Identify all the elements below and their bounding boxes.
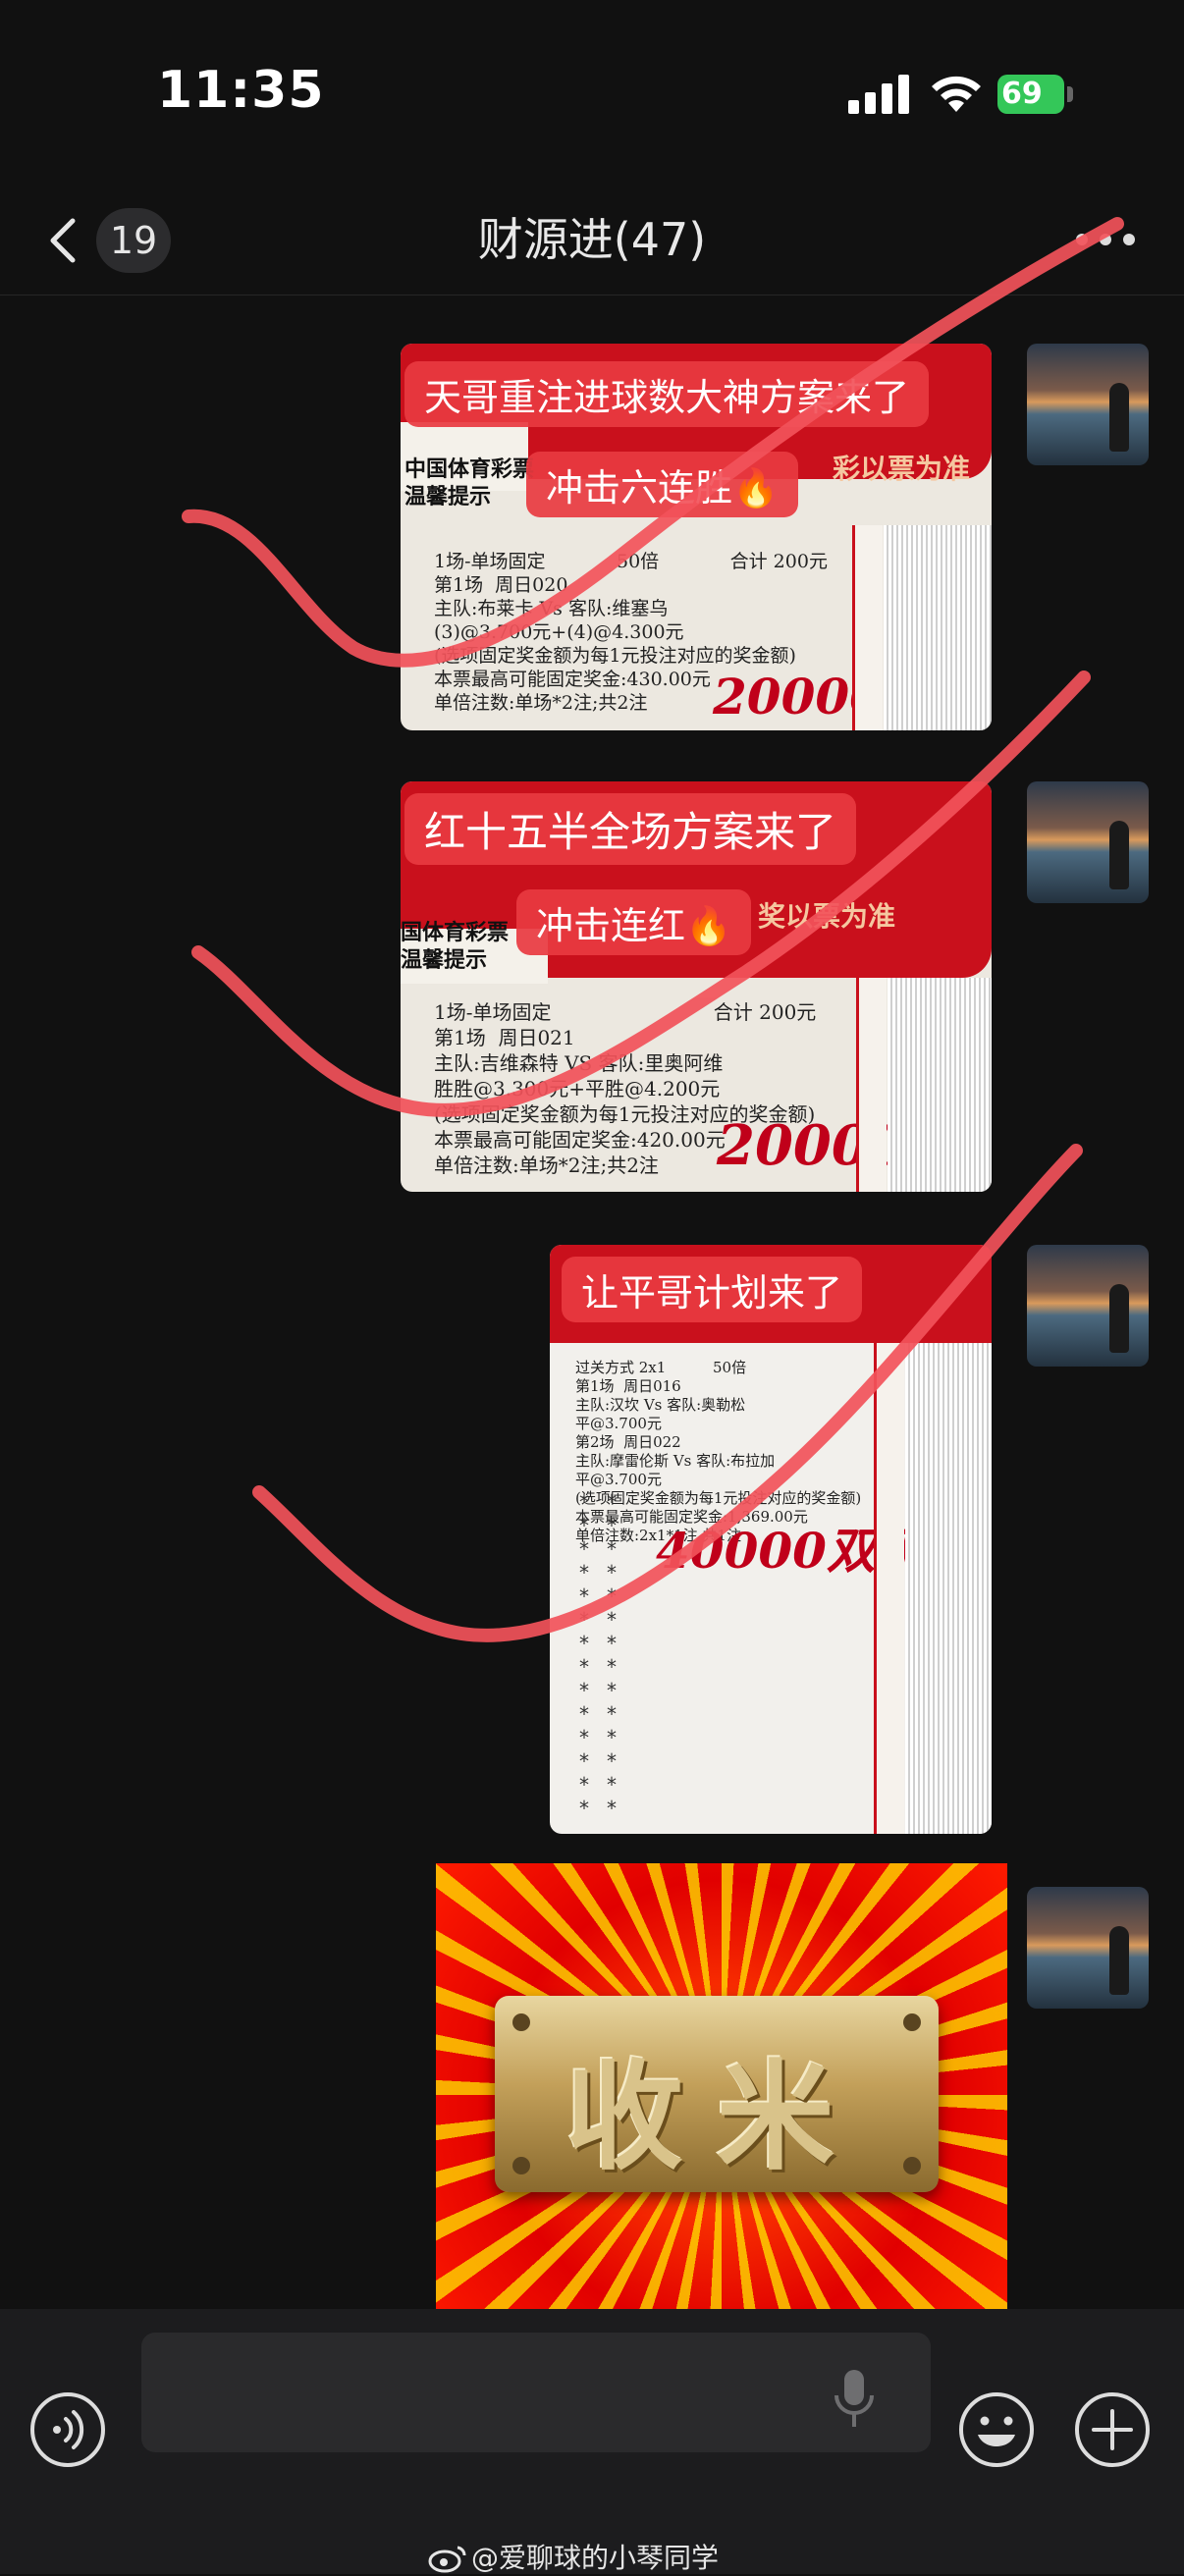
sender-avatar[interactable]	[1027, 781, 1149, 903]
voice-mode-icon[interactable]	[29, 2391, 106, 2468]
ticket-header-right: 彩以票为准	[833, 453, 971, 485]
cellular-signal-icon	[848, 75, 909, 114]
weibo-logo-icon	[428, 2546, 466, 2573]
ticket-header-sub: 温馨提示	[401, 948, 488, 973]
image-caption-sub: 冲击六连胜🔥	[526, 452, 799, 517]
image-caption: 天哥重注进球数大神方案来了	[404, 361, 930, 427]
chevron-left-icon	[50, 218, 76, 263]
message-image[interactable]: 中国体育彩票 温馨提示 彩以票为准 1场-单场固定 50倍 合计 200元 第1…	[401, 344, 992, 730]
gold-plaque: 收米	[495, 1996, 939, 2192]
message-input-bar	[0, 2309, 1184, 2574]
image-caption-sub: 冲击连红🔥	[516, 889, 752, 955]
back-button[interactable]: 19	[39, 200, 187, 279]
status-time: 11:35	[157, 61, 325, 120]
battery-level: 69	[1001, 77, 1043, 111]
image-caption: 红十五半全场方案来了	[404, 793, 857, 865]
status-bar: 11:35 69	[0, 0, 1184, 187]
chat-title: 财源进(47)	[477, 213, 707, 266]
microphone-icon[interactable]	[833, 2368, 876, 2429]
message-image[interactable]: 过关方式 2x1 50倍 第1场 周日016 主队:汉坎 Vs 客队:奥勒松 平…	[550, 1245, 992, 1834]
sender-avatar[interactable]	[1027, 1887, 1149, 2009]
wifi-icon	[932, 76, 981, 112]
watermark-text: @爱聊球的小琴同学	[471, 2542, 720, 2574]
sticker-image[interactable]: 收米	[436, 1863, 1007, 2346]
message-image[interactable]: 国体育彩票 温馨提示 奖以票为准 1场-单场固定 合计 200元 第1场 周日0…	[401, 781, 992, 1192]
sticker-text: 收米	[565, 2048, 868, 2186]
ticket-header-right: 奖以票为准	[758, 900, 896, 933]
more-options-button[interactable]	[1070, 216, 1139, 265]
ellipsis-icon	[1076, 234, 1088, 245]
message-input[interactable]	[141, 2333, 931, 2452]
sender-avatar[interactable]	[1027, 1245, 1149, 1367]
ticket-header-sub: 温馨提示	[404, 485, 492, 510]
watermark: @爱聊球的小琴同学	[428, 2537, 719, 2576]
image-caption: 让平哥计划来了	[562, 1257, 863, 1322]
emoji-icon[interactable]	[958, 2391, 1035, 2468]
unread-count-badge: 19	[96, 208, 171, 273]
sender-avatar[interactable]	[1027, 344, 1149, 465]
plus-icon[interactable]	[1074, 2391, 1151, 2468]
chat-header: 19 财源进(47)	[0, 187, 1184, 295]
battery-icon: 69	[997, 75, 1076, 114]
